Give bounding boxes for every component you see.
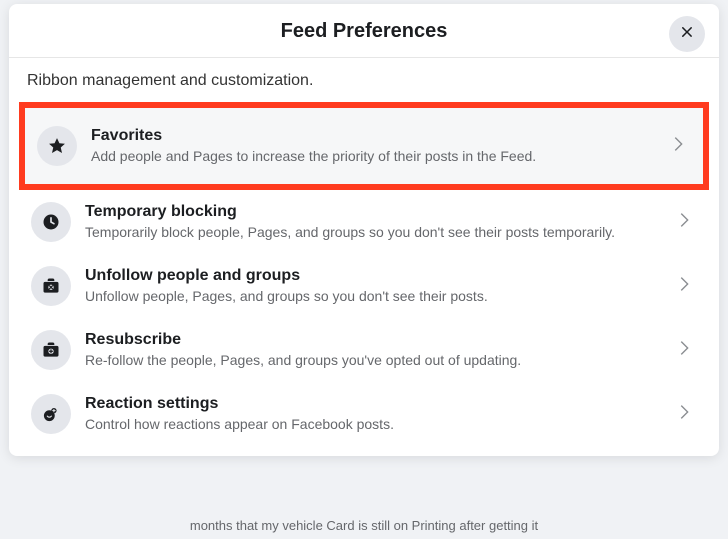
list-item-unfollow[interactable]: Unfollow people and groups Unfollow peop… bbox=[19, 254, 709, 318]
list-item-desc: Control how reactions appear on Facebook… bbox=[85, 415, 665, 434]
chevron-right-icon bbox=[667, 133, 689, 160]
chevron-right-icon bbox=[673, 209, 695, 236]
unfollow-icon bbox=[31, 266, 71, 306]
modal-title: Feed Preferences bbox=[9, 20, 719, 43]
close-icon bbox=[678, 23, 696, 46]
chevron-right-icon bbox=[673, 401, 695, 428]
chevron-right-icon bbox=[673, 273, 695, 300]
list-item-text: Resubscribe Re-follow the people, Pages,… bbox=[85, 331, 665, 370]
preferences-list: Favorites Add people and Pages to increa… bbox=[9, 96, 719, 456]
close-button[interactable] bbox=[669, 16, 705, 52]
list-item-favorites[interactable]: Favorites Add people and Pages to increa… bbox=[19, 102, 709, 190]
list-item-resubscribe[interactable]: Resubscribe Re-follow the people, Pages,… bbox=[19, 318, 709, 382]
clock-icon bbox=[31, 202, 71, 242]
list-item-title: Reaction settings bbox=[85, 395, 665, 413]
list-item-text: Unfollow people and groups Unfollow peop… bbox=[85, 267, 665, 306]
list-item-desc: Temporarily block people, Pages, and gro… bbox=[85, 223, 665, 242]
chevron-right-icon bbox=[673, 337, 695, 364]
list-item-desc: Unfollow people, Pages, and groups so yo… bbox=[85, 287, 665, 306]
list-item-text: Temporary blocking Temporarily block peo… bbox=[85, 203, 665, 242]
list-item-text: Favorites Add people and Pages to increa… bbox=[91, 127, 659, 166]
modal-subtitle: Ribbon management and customization. bbox=[9, 58, 719, 96]
list-item-title: Favorites bbox=[91, 127, 659, 145]
list-item-reaction-settings[interactable]: Reaction settings Control how reactions … bbox=[19, 382, 709, 446]
list-item-desc: Re-follow the people, Pages, and groups … bbox=[85, 351, 665, 370]
list-item-title: Temporary blocking bbox=[85, 203, 665, 221]
list-item-title: Unfollow people and groups bbox=[85, 267, 665, 285]
list-item-title: Resubscribe bbox=[85, 331, 665, 349]
feed-preferences-modal: Feed Preferences Ribbon management and c… bbox=[9, 4, 719, 456]
list-item-text: Reaction settings Control how reactions … bbox=[85, 395, 665, 434]
modal-header: Feed Preferences bbox=[9, 4, 719, 58]
list-item-desc: Add people and Pages to increase the pri… bbox=[91, 147, 659, 166]
star-icon bbox=[37, 126, 77, 166]
resubscribe-icon bbox=[31, 330, 71, 370]
list-item-temporary-blocking[interactable]: Temporary blocking Temporarily block peo… bbox=[19, 190, 709, 254]
reaction-icon bbox=[31, 394, 71, 434]
background-snippet: months that my vehicle Card is still on … bbox=[0, 518, 728, 533]
